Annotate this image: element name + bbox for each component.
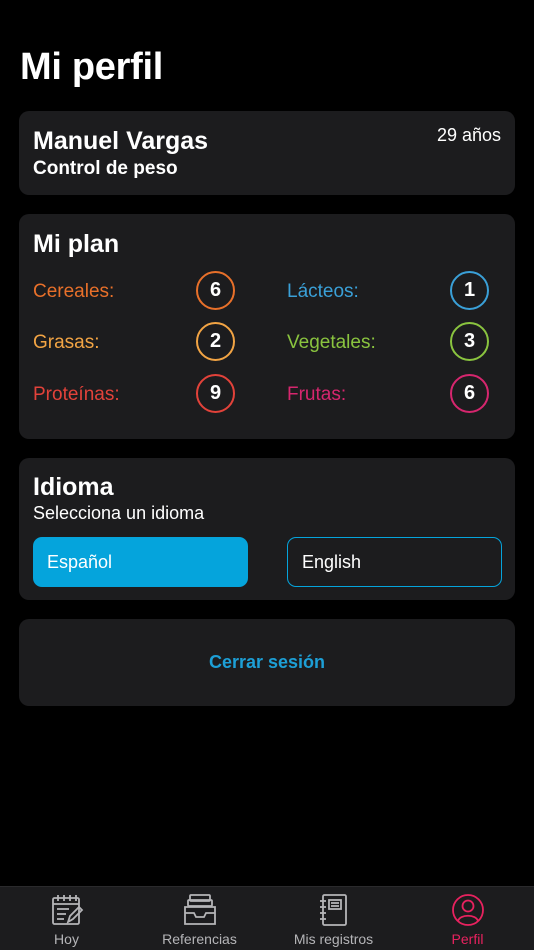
page-title: Mi perfil — [20, 46, 163, 88]
plan-value-cereales: 6 — [196, 271, 235, 310]
plan-label-frutas: Frutas: — [287, 384, 347, 405]
language-option-spanish[interactable]: Español — [33, 537, 248, 587]
tab-label: Mis registros — [293, 931, 374, 947]
plan-value-frutas: 6 — [450, 374, 489, 413]
user-profile-icon — [451, 894, 484, 926]
plan-label-grasas: Grasas: — [33, 332, 100, 353]
language-option-english[interactable]: English — [287, 537, 502, 587]
notebook-icon — [319, 894, 347, 926]
tab-referencias[interactable]: Referencias — [133, 887, 266, 950]
plan-label-cereales: Cereales: — [33, 281, 115, 302]
tab-bar: Hoy Referencias Mis registros Perfil — [0, 886, 534, 950]
language-card: Idioma Selecciona un idioma Español Engl… — [19, 458, 515, 600]
profile-card: Manuel Vargas Control de peso 29 años — [19, 111, 515, 195]
language-subtitle: Selecciona un idioma — [33, 503, 205, 523]
plan-label-vegetales: Vegetales: — [287, 332, 376, 353]
user-age: 29 años — [436, 125, 501, 145]
tab-perfil[interactable]: Perfil — [401, 887, 534, 950]
plan-value-lacteos: 1 — [450, 271, 489, 310]
language-title: Idioma — [33, 473, 114, 501]
plan-label-lacteos: Lácteos: — [287, 281, 359, 302]
plan-title: Mi plan — [33, 230, 120, 258]
plan-value-proteinas: 9 — [196, 374, 235, 413]
user-name: Manuel Vargas — [33, 127, 209, 155]
tab-hoy[interactable]: Hoy — [0, 887, 133, 950]
tab-label: Hoy — [54, 931, 79, 947]
logout-label: Cerrar sesión — [208, 652, 326, 672]
plan-card: Mi plan Cereales: 6 Lácteos: 1 Grasas: 2… — [19, 214, 515, 439]
calendar-edit-icon — [51, 895, 83, 925]
plan-value-grasas: 2 — [196, 322, 235, 361]
user-goal: Control de peso — [33, 158, 178, 179]
inbox-tray-icon — [183, 894, 216, 925]
tab-label: Referencias — [162, 931, 237, 947]
logout-button[interactable]: Cerrar sesión — [19, 619, 515, 706]
tab-label: Perfil — [451, 931, 484, 947]
plan-label-proteinas: Proteínas: — [33, 384, 120, 405]
plan-value-vegetales: 3 — [450, 322, 489, 361]
tab-mis-registros[interactable]: Mis registros — [266, 887, 401, 950]
